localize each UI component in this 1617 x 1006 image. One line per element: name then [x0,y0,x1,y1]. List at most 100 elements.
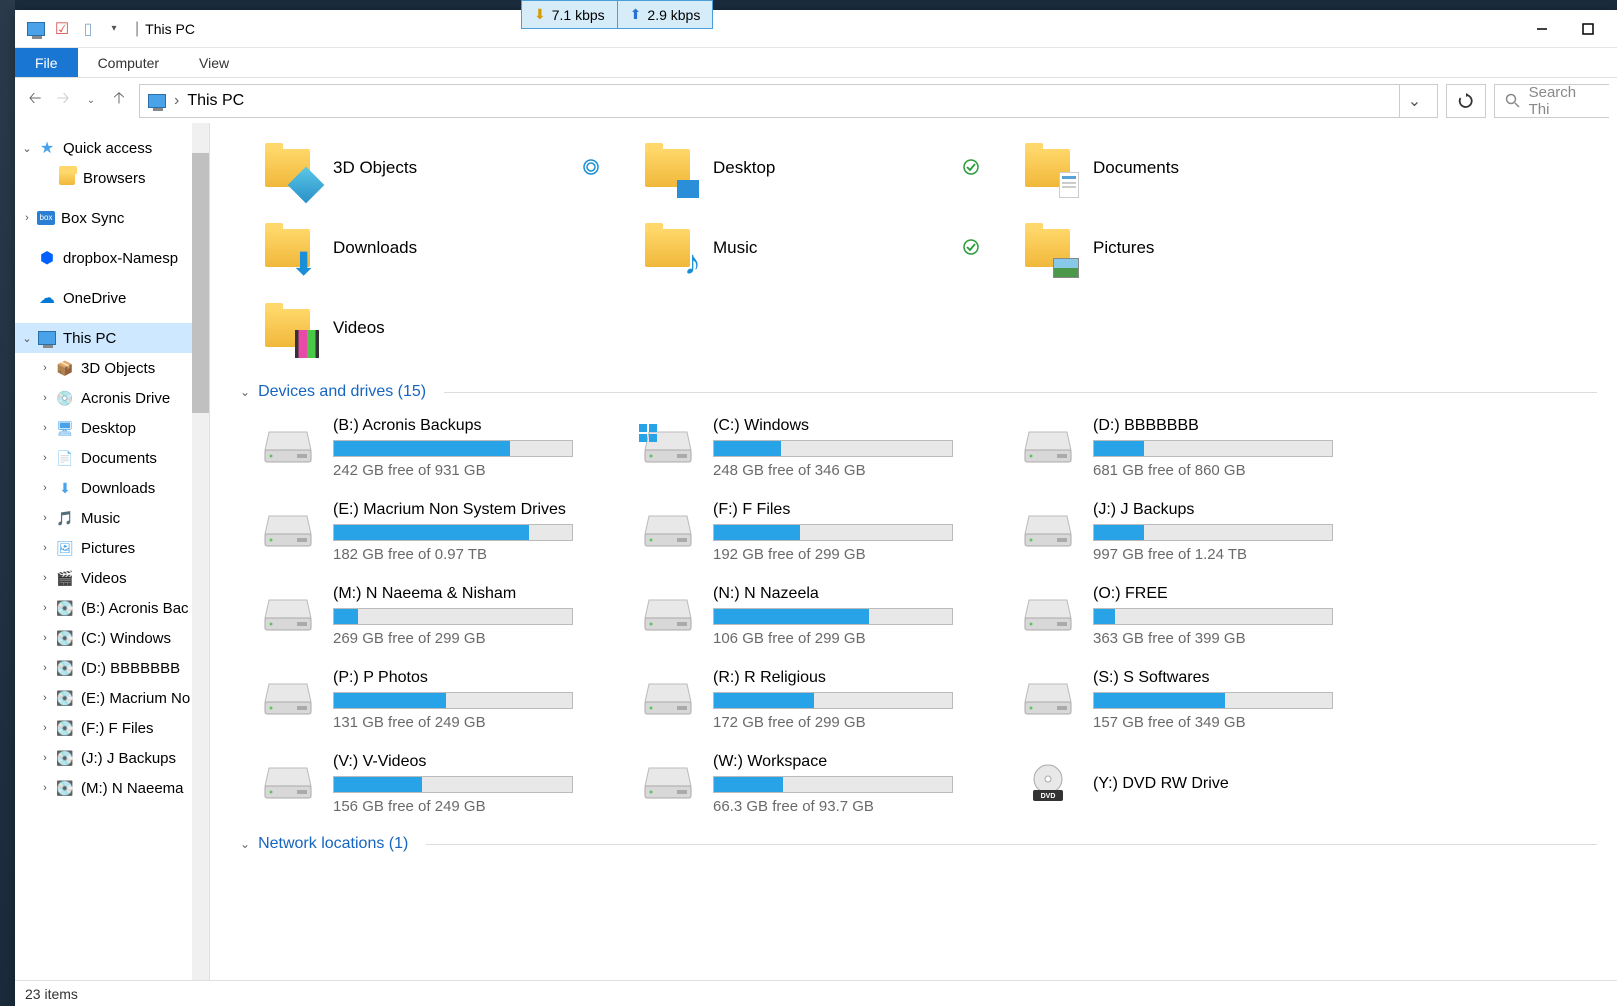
chevron-down-icon[interactable]: ⌄ [240,837,250,851]
drive-item[interactable]: (S:) S Softwares157 GB free of 349 GB [1020,665,1390,735]
sidebar-item[interactable]: ›🎬Videos [15,563,209,593]
chevron-right-icon[interactable]: › [37,542,53,554]
search-input[interactable]: Search Thi [1494,84,1609,118]
recent-dropdown[interactable]: ⌄ [79,89,103,113]
section-drives[interactable]: ⌄ Devices and drives (15) [240,383,1597,401]
folder-item[interactable]: 3D Objects [260,133,630,203]
sidebar-item[interactable]: ›⬇Downloads [15,473,209,503]
chevron-right-icon[interactable]: › [37,662,53,674]
folder-item[interactable]: ⬇Downloads [260,213,630,283]
sidebar-item[interactable]: ›🎵Music [15,503,209,533]
drive-usage-bar [333,440,573,457]
sidebar-item-browsers[interactable]: Browsers [15,163,209,193]
content-pane[interactable]: 3D ObjectsDesktopDocuments ⬇Downloads♪Mus… [210,123,1617,980]
drive-icon [263,512,313,548]
drive-item[interactable]: (P:) P Photos131 GB free of 249 GB [260,665,630,735]
sidebar-item[interactable]: ›💽(M:) N Naeema [15,773,209,803]
qat-newfolder-icon[interactable]: ▯ [77,18,99,40]
sidebar-item[interactable]: ›📄Documents [15,443,209,473]
chevron-right-icon[interactable]: › [37,602,53,614]
section-network[interactable]: ⌄ Network locations (1) [240,835,1597,853]
address-bar[interactable]: › This PC ⌄ [139,84,1438,118]
sidebar-item-quick-access[interactable]: ⌄ ★ Quick access [15,133,209,163]
chevron-down-icon[interactable]: ⌄ [240,385,250,399]
tab-computer[interactable]: Computer [78,48,179,77]
drive-usage-bar [713,608,953,625]
sidebar-item[interactable]: ›📦3D Objects [15,353,209,383]
drive-item[interactable]: (B:) Acronis Backups242 GB free of 931 G… [260,413,630,483]
drive-icon [1023,512,1073,548]
qat-dropdown-icon[interactable]: ▾ [103,18,125,40]
drive-item[interactable]: (D:) BBBBBBB681 GB free of 860 GB [1020,413,1390,483]
drive-item[interactable]: (N:) N Nazeela106 GB free of 299 GB [640,581,1010,651]
folder-item[interactable]: Desktop [640,133,1010,203]
drive-item[interactable]: (W:) Workspace66.3 GB free of 93.7 GB [640,749,1010,819]
chevron-right-icon[interactable]: › [37,572,53,584]
chevron-down-icon[interactable]: ⌄ [19,142,35,155]
folder-item[interactable]: Documents [1020,133,1390,203]
sidebar-item[interactable]: ›💽(F:) F Files [15,713,209,743]
qat-properties-icon[interactable]: ☑ [51,18,73,40]
sync-icon [582,158,600,176]
chevron-down-icon[interactable]: ⌄ [19,332,35,345]
sidebar-item[interactable]: ›💽(C:) Windows [15,623,209,653]
drive-item[interactable]: (V:) V-Videos156 GB free of 249 GB [260,749,630,819]
drive-item[interactable]: (F:) F Files192 GB free of 299 GB [640,497,1010,567]
sidebar-item[interactable]: ›💿Acronis Drive [15,383,209,413]
maximize-button[interactable] [1565,14,1611,44]
minimize-button[interactable] [1519,14,1565,44]
item-icon: 💿 [55,388,75,408]
chevron-right-icon[interactable]: › [37,782,53,794]
chevron-right-icon[interactable]: › [37,452,53,464]
folder-item[interactable]: Videos [260,293,630,363]
chevron-right-icon[interactable]: › [37,692,53,704]
sidebar-item[interactable]: ›🖼Pictures [15,533,209,563]
chevron-right-icon[interactable]: › [37,722,53,734]
chevron-right-icon[interactable]: › [37,422,53,434]
chevron-right-icon[interactable]: › [37,512,53,524]
back-button[interactable]: 🡠 [23,89,47,113]
forward-button[interactable]: 🡢 [51,89,75,113]
sidebar-item-onedrive[interactable]: ☁ OneDrive [15,283,209,313]
sidebar-item-this-pc[interactable]: ⌄ This PC [15,323,209,353]
item-icon: 📦 [55,358,75,378]
up-button[interactable]: 🡡 [107,89,131,113]
sidebar-item[interactable]: ›🖥Desktop [15,413,209,443]
sidebar-item[interactable]: ›💽(D:) BBBBBBB [15,653,209,683]
drive-item[interactable]: (M:) N Naeema & Nisham269 GB free of 299… [260,581,630,651]
address-dropdown[interactable]: ⌄ [1399,84,1429,118]
refresh-button[interactable] [1446,84,1486,118]
folder-item[interactable]: Pictures [1020,213,1390,283]
chevron-right-icon[interactable]: › [19,212,35,224]
chevron-right-icon[interactable]: › [37,482,53,494]
drive-item[interactable]: DVD(Y:) DVD RW Drive [1020,749,1390,819]
sidebar-item[interactable]: ›💽(B:) Acronis Bac [15,593,209,623]
chevron-right-icon[interactable]: › [37,752,53,764]
drive-item[interactable]: (C:) Windows248 GB free of 346 GB [640,413,1010,483]
chevron-right-icon[interactable] [19,292,35,304]
sidebar-item-box-sync[interactable]: › box Box Sync [15,203,209,233]
drive-name: (J:) J Backups [1093,501,1390,519]
chevron-right-icon[interactable]: › [37,362,53,374]
app-icon[interactable] [25,18,47,40]
drive-name: (M:) N Naeema & Nisham [333,585,630,603]
sidebar-scrollbar-thumb[interactable] [192,153,209,413]
drive-free-text: 248 GB free of 346 GB [713,462,1010,479]
chevron-right-icon[interactable] [19,252,35,264]
chevron-right-icon[interactable]: › [37,392,53,404]
folder-item[interactable]: ♪Music [640,213,1010,283]
tab-file[interactable]: File [15,48,78,77]
drive-item[interactable]: (E:) Macrium Non System Drives182 GB fre… [260,497,630,567]
drive-item[interactable]: (R:) R Religious172 GB free of 299 GB [640,665,1010,735]
tab-view[interactable]: View [179,48,249,77]
breadcrumb[interactable]: This PC [187,92,244,110]
item-icon: 💽 [55,778,75,798]
drive-item[interactable]: (O:) FREE363 GB free of 399 GB [1020,581,1390,651]
drive-item[interactable]: (J:) J Backups997 GB free of 1.24 TB [1020,497,1390,567]
sidebar-item-dropbox[interactable]: ⬢ dropbox-Namesp [15,243,209,273]
sidebar-item[interactable]: ›💽(J:) J Backups [15,743,209,773]
item-icon: ⬇ [55,478,75,498]
chevron-right-icon[interactable]: › [37,632,53,644]
sidebar-item[interactable]: ›💽(E:) Macrium No [15,683,209,713]
drive-usage-bar [333,524,573,541]
